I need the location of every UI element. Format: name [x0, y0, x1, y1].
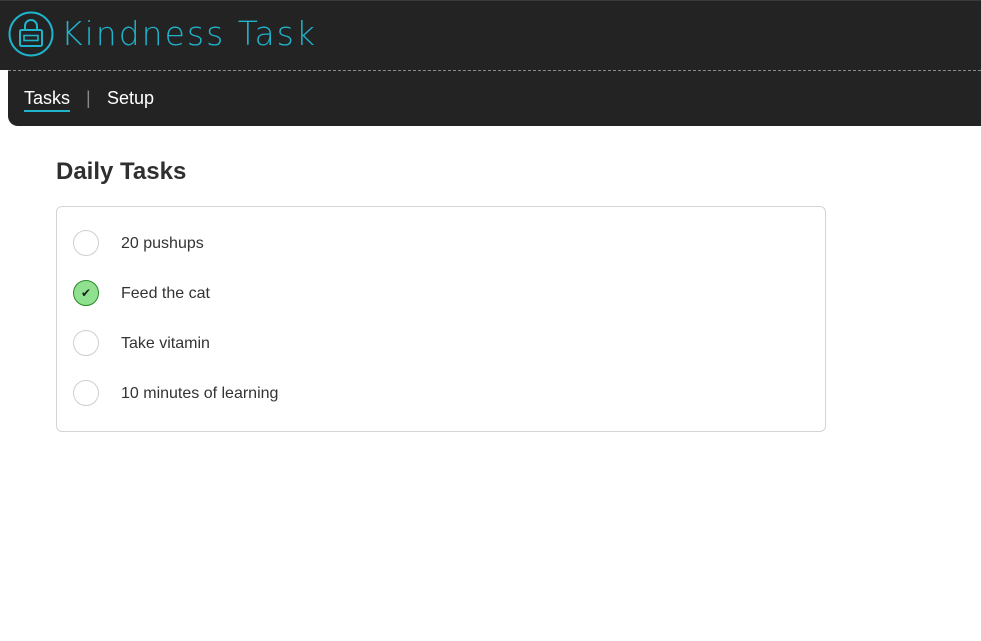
page-title: Daily Tasks [56, 158, 187, 185]
main-nav: Tasks | Setup [8, 70, 981, 126]
nav-separator: | [86, 88, 91, 108]
task-item[interactable]: 20 pushups [57, 219, 825, 269]
app-brand[interactable]: Kindness Task [61, 11, 317, 57]
task-checkbox[interactable] [73, 380, 99, 406]
task-list: 20 pushups ✔ Feed the cat Take vitamin 1… [56, 206, 826, 432]
lock-icon[interactable] [8, 11, 54, 57]
check-icon: ✔ [80, 286, 92, 300]
task-label: Feed the cat [121, 285, 210, 302]
nav-tasks-link[interactable]: Tasks [24, 87, 71, 112]
task-label: 20 pushups [121, 235, 204, 252]
task-checkbox[interactable]: ✔ [73, 280, 99, 306]
task-item[interactable]: Take vitamin [57, 319, 825, 369]
task-item[interactable]: ✔ Feed the cat [57, 269, 825, 319]
task-label: 10 minutes of learning [121, 385, 279, 402]
task-label: Take vitamin [121, 335, 210, 352]
task-checkbox[interactable] [73, 330, 99, 356]
nav-setup-link[interactable]: Setup [107, 87, 154, 109]
task-checkbox[interactable] [73, 230, 99, 256]
app-header: Kindness Task [0, 0, 981, 70]
task-item[interactable]: 10 minutes of learning [57, 369, 825, 419]
